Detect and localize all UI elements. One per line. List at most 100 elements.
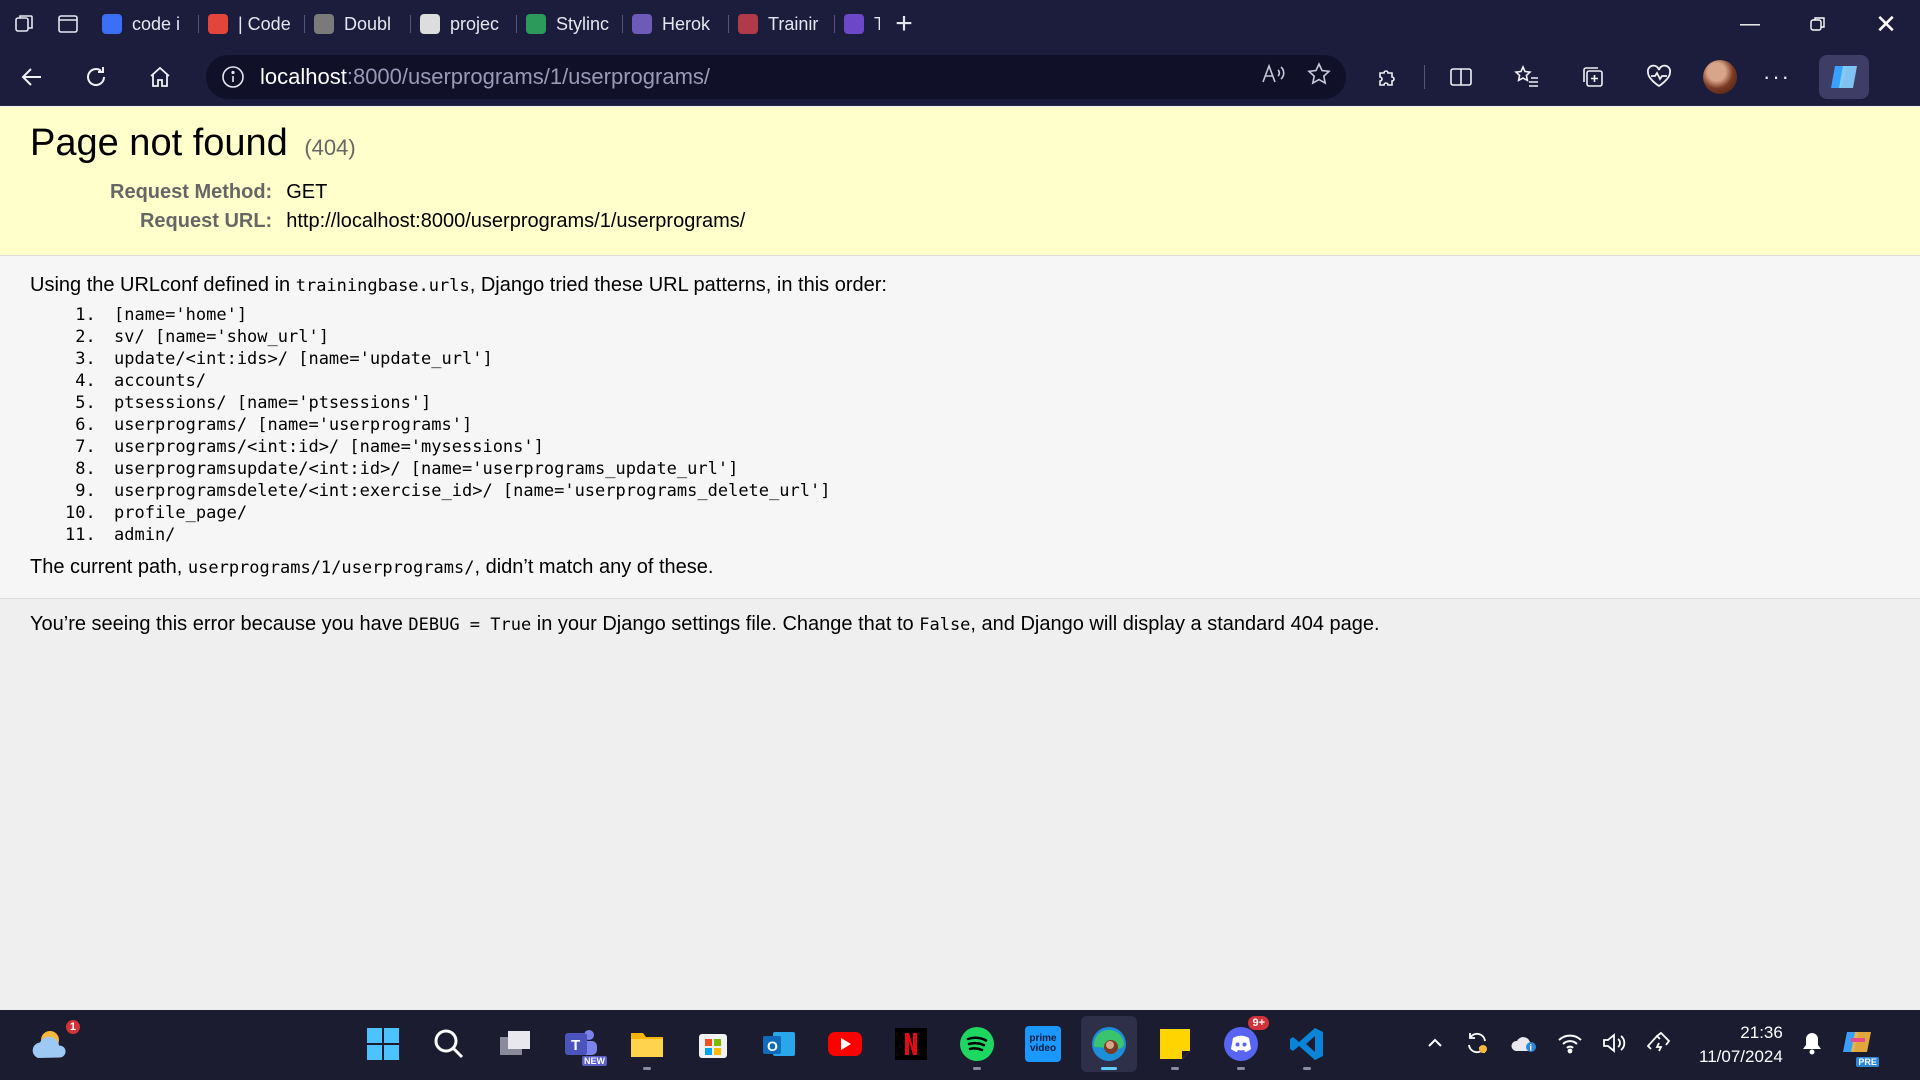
weather-cloud-icon [32, 1031, 66, 1058]
url-text[interactable]: localhost:8000/userprograms/1/userprogra… [260, 64, 1260, 90]
settings-more-button[interactable]: ··· [1755, 55, 1799, 99]
browser-tab[interactable]: Doubl [304, 6, 410, 42]
speaker-icon [1603, 1032, 1626, 1053]
collections-button[interactable] [1571, 55, 1615, 99]
address-bar[interactable]: localhost:8000/userprograms/1/userprogra… [206, 54, 1346, 99]
outlook-app[interactable]: O [751, 1016, 807, 1072]
task-view-button[interactable] [487, 1016, 543, 1072]
false-code: False [919, 615, 971, 635]
svg-text:O: O [767, 1038, 778, 1054]
vscode-app[interactable] [1279, 1016, 1335, 1072]
outlook-icon: O [763, 1032, 795, 1056]
show-hidden-icons-button[interactable] [1425, 1033, 1445, 1058]
browser-tab[interactable]: | Code [198, 6, 304, 42]
weather-badge: 1 [65, 1020, 80, 1034]
favorites-button[interactable] [1505, 55, 1549, 99]
clock[interactable]: 21:36 11/07/2024 [1699, 1021, 1783, 1069]
sticky-notes-icon [1160, 1029, 1190, 1059]
cloud-icon: i [1511, 1036, 1536, 1052]
clock-date: 11/07/2024 [1699, 1047, 1783, 1066]
request-method-row: Request Method: GET [110, 179, 745, 208]
onedrive-button[interactable]: i [1509, 1031, 1539, 1060]
copilot-taskbar-button[interactable]: PRE [1841, 1026, 1879, 1067]
close-window-button[interactable]: ✕ [1852, 0, 1920, 48]
collections-icon [1583, 66, 1603, 87]
window-controls: — ✕ [1716, 0, 1920, 48]
more-dots-icon: ··· [1763, 63, 1791, 89]
explanation-part-3: , and Django will display a standard 404… [970, 613, 1380, 635]
tab-title: code i [132, 13, 181, 34]
tab-favicon-icon [526, 14, 546, 34]
url-pattern-item: sv/ [name='show_url'] [106, 326, 1890, 348]
browser-tab[interactable]: code i [92, 6, 198, 42]
spotify-app[interactable] [949, 1016, 1005, 1072]
running-indicator [643, 1067, 651, 1070]
tab-favicon-icon [844, 14, 864, 34]
battery-charging-icon [1646, 1031, 1671, 1051]
running-indicator [1101, 1067, 1117, 1070]
tab-favicon-icon [738, 14, 758, 34]
site-info-button[interactable] [218, 62, 248, 92]
vscode-icon [1290, 1028, 1323, 1060]
split-screen-button[interactable] [1439, 55, 1483, 99]
chevron-up-icon [1428, 1038, 1442, 1047]
profile-avatar[interactable] [1703, 59, 1737, 94]
teams-app[interactable]: T NEW [553, 1016, 609, 1072]
tab-title: Trainir [768, 13, 819, 34]
sticky-notes-app[interactable] [1147, 1016, 1203, 1072]
browser-tab[interactable]: Herok [622, 6, 728, 42]
discord-app[interactable]: 9+ [1213, 1016, 1269, 1072]
running-indicator [1237, 1067, 1245, 1070]
read-aloud-button[interactable] [1260, 61, 1286, 92]
volume-button[interactable] [1601, 1032, 1627, 1059]
back-button[interactable] [10, 55, 54, 99]
prime-video-label: prime video [1029, 1033, 1057, 1054]
discord-icon [1224, 1027, 1258, 1061]
refresh-button[interactable] [74, 55, 118, 99]
home-button[interactable] [138, 55, 182, 99]
battery-button[interactable] [1645, 1031, 1673, 1060]
sync-button[interactable] [1463, 1029, 1491, 1062]
toolbar-divider [1424, 64, 1425, 89]
url-pattern-item: ptsessions/ [name='ptsessions'] [106, 392, 1890, 414]
file-explorer-app[interactable] [619, 1016, 675, 1072]
explanation-part-1: You’re seeing this error because you hav… [30, 613, 409, 635]
tab-actions-button[interactable] [44, 0, 92, 48]
tab-title: Doubl [344, 13, 392, 34]
browser-tab[interactable]: Stylinc [516, 6, 622, 42]
youtube-app[interactable] [817, 1016, 873, 1072]
page-title: Page not found (404) [30, 122, 1890, 165]
browser-essentials-button[interactable] [1637, 55, 1681, 99]
current-path-text: The current path, userprograms/1/userpro… [30, 552, 1890, 582]
restore-button[interactable] [1784, 0, 1852, 48]
edge-app[interactable] [1081, 1016, 1137, 1072]
refresh-icon [87, 66, 106, 86]
notifications-button[interactable] [1801, 1031, 1823, 1060]
status-code: (404) [304, 135, 356, 160]
start-button[interactable] [355, 1016, 411, 1072]
network-button[interactable] [1557, 1032, 1583, 1059]
bell-icon [1802, 1032, 1821, 1054]
weather-widget[interactable]: 1 [28, 1020, 80, 1064]
browser-tab[interactable]: Trainir [728, 6, 834, 42]
prime-video-app[interactable]: prime video [1015, 1016, 1071, 1072]
info-icon [222, 65, 244, 88]
favorite-star-button[interactable] [1306, 61, 1332, 92]
workspaces-button[interactable] [0, 0, 48, 48]
browser-tab[interactable]: Tables [834, 6, 880, 42]
browser-tab[interactable]: projec [410, 6, 516, 42]
extensions-button[interactable] [1366, 55, 1410, 99]
new-tab-button[interactable]: + [880, 0, 928, 48]
request-table: Request Method: GET Request URL: http://… [110, 179, 745, 237]
minimize-button[interactable]: — [1716, 0, 1784, 48]
request-url-label: Request URL: [139, 210, 273, 232]
running-indicator [1171, 1067, 1179, 1070]
search-button[interactable] [421, 1016, 477, 1072]
teams-new-badge: NEW [582, 1056, 607, 1066]
copilot-button[interactable] [1819, 54, 1869, 99]
youtube-icon [828, 1032, 862, 1056]
url-pattern-item: [name='home'] [106, 304, 1890, 326]
microsoft-store-app[interactable] [685, 1016, 741, 1072]
minimize-icon: — [1740, 12, 1760, 35]
netflix-app[interactable] [883, 1016, 939, 1072]
